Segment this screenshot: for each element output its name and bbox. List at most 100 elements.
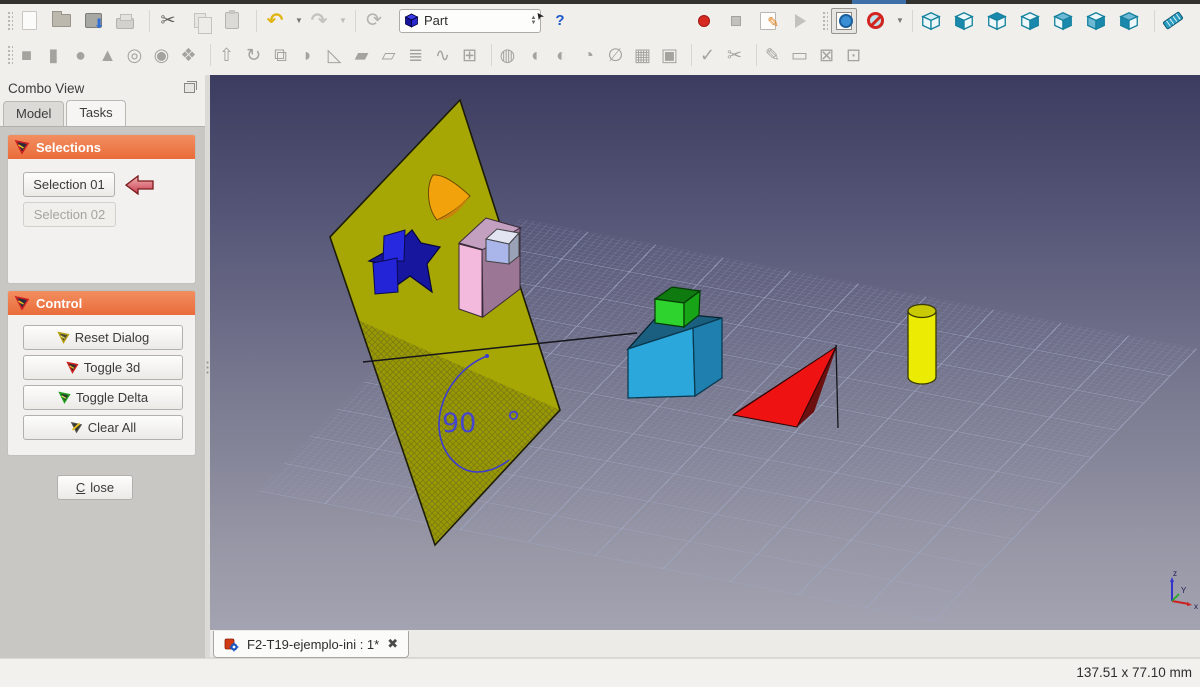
part-misc-tool-1-icon[interactable]: ✎ bbox=[762, 43, 783, 67]
control-groupbox: Control Reset Dialog Toggle 3d bbox=[7, 290, 196, 456]
selections-groupbox: Selections Selection 01 Selection 02 bbox=[7, 134, 196, 284]
part-tools-group: ■▮●▲◎◉❖ ⇧↻⧉◗◺▰▱≣∿⊞ ◍◖◐◔∅▦▣ ✓✂ ✎▭⊠⊡ bbox=[16, 43, 870, 67]
view-front-button[interactable] bbox=[951, 8, 977, 34]
selection-pointer-arrow-icon bbox=[125, 175, 155, 195]
toolbar-grip[interactable] bbox=[7, 45, 13, 65]
new-document-icon bbox=[22, 11, 37, 30]
measure-task-icon bbox=[14, 295, 30, 311]
workbench-selector[interactable]: Part ▲▼ bbox=[399, 9, 541, 33]
document-tab[interactable]: F2-T19-ejemplo-ini : 1* ✖ bbox=[213, 631, 409, 658]
toggle-3d-button[interactable]: Toggle 3d bbox=[23, 355, 183, 380]
close-button[interactable]: Close bbox=[57, 475, 133, 500]
part-compound-icon[interactable]: ▦ bbox=[632, 43, 653, 67]
yellow-plane[interactable] bbox=[330, 100, 560, 545]
save-button[interactable] bbox=[80, 8, 106, 34]
cut-button[interactable]: ✂ bbox=[155, 8, 181, 34]
tab-tasks[interactable]: Tasks bbox=[66, 100, 125, 126]
measure-distance-button[interactable] bbox=[1160, 8, 1186, 34]
measure-task-icon bbox=[14, 139, 30, 155]
paste-button[interactable] bbox=[219, 8, 245, 34]
part-make-face-icon[interactable]: ▰ bbox=[351, 43, 372, 67]
selection-02-button[interactable]: Selection 02 bbox=[23, 202, 116, 227]
reset-dialog-button[interactable]: Reset Dialog bbox=[23, 325, 183, 350]
part-cone-icon[interactable]: ▲ bbox=[97, 43, 118, 67]
print-button[interactable] bbox=[112, 8, 138, 34]
view-axonometric-button[interactable] bbox=[918, 8, 944, 34]
macro-record-icon bbox=[698, 15, 710, 27]
view-rear-button[interactable] bbox=[1050, 8, 1076, 34]
yellow-cylinder[interactable] bbox=[908, 305, 936, 385]
part-boolean-section-icon[interactable]: ◔ bbox=[578, 43, 599, 67]
redo-history-dropdown[interactable]: ▼ bbox=[338, 8, 348, 34]
toolbar-separator[interactable] bbox=[491, 44, 492, 66]
macro-play-button[interactable] bbox=[787, 8, 813, 34]
part-revolve-icon[interactable]: ↻ bbox=[243, 43, 264, 67]
new-document-button[interactable] bbox=[16, 8, 42, 34]
part-cross-sections-icon[interactable]: ∅ bbox=[605, 43, 626, 67]
macro-edit-button[interactable] bbox=[755, 8, 781, 34]
3d-viewport[interactable]: 90 ° z Y x bbox=[210, 75, 1200, 630]
toolbar-separator[interactable] bbox=[756, 44, 757, 66]
part-sweep-icon[interactable]: ∿ bbox=[432, 43, 453, 67]
toolbar-grip[interactable] bbox=[822, 11, 828, 31]
part-box-icon[interactable]: ■ bbox=[16, 43, 37, 67]
part-extrude-icon[interactable]: ⇧ bbox=[216, 43, 237, 67]
fit-all-button[interactable] bbox=[831, 8, 857, 34]
part-boolean-union-icon[interactable]: ◍ bbox=[497, 43, 518, 67]
part-misc-tool-2-icon[interactable]: ▭ bbox=[789, 43, 810, 67]
refresh-button[interactable]: ⟳ bbox=[361, 8, 387, 34]
view-bottom-button[interactable] bbox=[1083, 8, 1109, 34]
undo-button[interactable]: ↶ bbox=[262, 8, 288, 34]
draw-style-button[interactable] bbox=[863, 8, 889, 34]
macro-stop-button[interactable] bbox=[723, 8, 749, 34]
float-panel-icon[interactable] bbox=[184, 83, 195, 93]
tab-model[interactable]: Model bbox=[3, 101, 64, 126]
open-folder-icon bbox=[52, 14, 71, 27]
macro-record-button[interactable] bbox=[691, 8, 717, 34]
selection-01-button[interactable]: Selection 01 bbox=[23, 172, 115, 197]
toggle-delta-button[interactable]: Toggle Delta bbox=[23, 385, 183, 410]
toolbar-separator[interactable] bbox=[210, 44, 211, 66]
toggle-delta-icon bbox=[58, 391, 71, 404]
whats-this-button[interactable]: ? bbox=[547, 8, 573, 34]
view-top-button[interactable] bbox=[984, 8, 1010, 34]
toolbar-file: ✂ ↶ ▼ ↷ ▼ ⟳ Part ▲▼ ? ▼ bbox=[0, 4, 1200, 37]
part-mirror-icon[interactable]: ⧉ bbox=[270, 43, 291, 67]
part-ruled-surface-icon[interactable]: ▱ bbox=[378, 43, 399, 67]
copy-button[interactable] bbox=[187, 8, 213, 34]
toolbar-grip[interactable] bbox=[7, 11, 13, 31]
part-sphere-icon[interactable]: ● bbox=[70, 43, 91, 67]
part-boolean-cut-icon[interactable]: ◖ bbox=[524, 43, 545, 67]
toolbar-separator[interactable] bbox=[691, 44, 692, 66]
part-loft-icon[interactable]: ≣ bbox=[405, 43, 426, 67]
part-tube-icon[interactable]: ◉ bbox=[151, 43, 172, 67]
part-thickness-icon[interactable]: ▣ bbox=[659, 43, 680, 67]
document-tab-close-icon[interactable]: ✖ bbox=[387, 636, 398, 652]
undo-history-dropdown[interactable]: ▼ bbox=[294, 8, 304, 34]
redo-button[interactable]: ↷ bbox=[306, 8, 332, 34]
part-misc-tool-3-icon[interactable]: ⊠ bbox=[816, 43, 837, 67]
view-left-button[interactable] bbox=[1116, 8, 1142, 34]
part-check-geometry-icon[interactable]: ✓ bbox=[697, 43, 718, 67]
part-shape-builder-icon[interactable]: ❖ bbox=[178, 43, 199, 67]
redo-icon: ↷ bbox=[311, 8, 328, 33]
draw-style-dropdown[interactable]: ▼ bbox=[895, 8, 905, 34]
part-defeaturing-icon[interactable]: ✂ bbox=[724, 43, 745, 67]
red-wedge[interactable] bbox=[731, 345, 838, 428]
splitter-handle-icon bbox=[206, 360, 209, 374]
part-offset-icon[interactable]: ⊞ bbox=[459, 43, 480, 67]
toggle-delta-label: Toggle Delta bbox=[76, 390, 148, 405]
part-misc-tool-4-icon[interactable]: ⊡ bbox=[843, 43, 864, 67]
axis-y-label: Y bbox=[1181, 586, 1187, 595]
part-torus-icon[interactable]: ◎ bbox=[124, 43, 145, 67]
view-right-button[interactable] bbox=[1017, 8, 1043, 34]
part-boolean-common-icon[interactable]: ◐ bbox=[551, 43, 572, 67]
reset-dialog-icon bbox=[57, 331, 70, 344]
part-fillet-icon[interactable]: ◗ bbox=[297, 43, 318, 67]
part-cylinder-icon[interactable]: ▮ bbox=[43, 43, 64, 67]
small-lavender-cube[interactable] bbox=[486, 229, 519, 264]
part-chamfer-icon[interactable]: ◺ bbox=[324, 43, 345, 67]
open-document-button[interactable] bbox=[48, 8, 74, 34]
clear-all-button[interactable]: Clear All bbox=[23, 415, 183, 440]
macro-play-icon bbox=[795, 14, 806, 28]
